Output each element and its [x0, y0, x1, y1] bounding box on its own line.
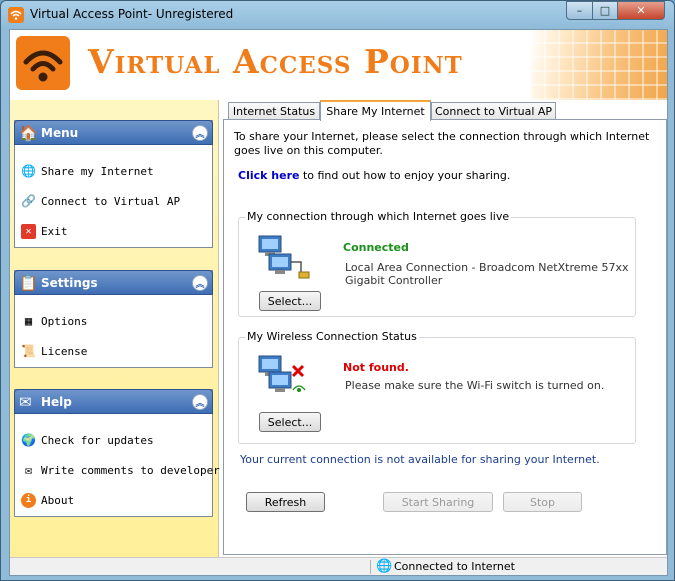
status-text: Connected to Internet [394, 560, 515, 573]
help-link[interactable]: Click here [238, 169, 299, 182]
help-line: Click here to find out how to enjoy your… [238, 169, 510, 182]
globe-icon: 🌍 [21, 433, 36, 447]
connection-status: Connected [343, 241, 409, 254]
sidebar-item-label: License [41, 344, 88, 358]
status-separator [370, 560, 371, 574]
settings-group-header[interactable]: 📋 Settings ︽ [14, 270, 213, 295]
connection-detail: Local Area Connection - Broadcom NetXtre… [345, 261, 629, 287]
sidebar-item-license[interactable]: 📜 License [21, 342, 87, 360]
chevron-up-icon[interactable]: ︽ [192, 125, 208, 141]
banner-decoration [530, 30, 667, 100]
sidebar-item-about[interactable]: i About [21, 491, 74, 509]
app-window: Virtual Access Point- Unregistered – □ ✕… [0, 0, 675, 581]
menu-group-header[interactable]: 🏠 Menu ︽ [14, 120, 213, 145]
maximize-icon: □ [599, 4, 611, 17]
connect-icon: 🔗 [21, 194, 36, 208]
globe-icon: 🌐 [376, 559, 393, 574]
sidebar: 🏠 Menu ︽ 🌐 Share my Internet 🔗 Connect t… [10, 100, 220, 575]
sidebar-item-check-for-updates[interactable]: 🌍 Check for updates [21, 431, 154, 449]
wifi-logo-icon [16, 36, 70, 90]
wireless-legend: My Wireless Connection Status [245, 330, 419, 343]
tab-internet-status[interactable]: Internet Status [228, 102, 320, 120]
sidebar-item-label: Options [41, 314, 88, 328]
select-wireless-button[interactable]: Select... [259, 412, 321, 432]
maximize-button[interactable]: □ [592, 1, 618, 20]
close-icon: ✕ [636, 4, 646, 17]
wireless-status-icon [258, 355, 306, 392]
select-connection-button[interactable]: Select... [259, 291, 321, 311]
tab-connect-to-virtual-ap[interactable]: Connect to Virtual AP [431, 102, 556, 120]
envelope-icon: ✉ [19, 393, 32, 411]
status-bar: 🌐 Connected to Internet [10, 557, 667, 575]
close-button[interactable]: ✕ [617, 1, 665, 20]
settings-group: 📋 Settings ︽ ▦ Options 📜 License [14, 270, 213, 368]
network-connection-icon [258, 235, 310, 279]
license-icon: 📜 [21, 344, 36, 358]
wireless-box: My Wireless Connection Status Not found.… [238, 330, 636, 444]
share-panel: To share your Internet, please select th… [223, 119, 667, 555]
sidebar-item-options[interactable]: ▦ Options [21, 312, 87, 330]
share-globe-icon: 🌐 [21, 164, 36, 178]
help-suffix: to find out how to enjoy your sharing. [302, 169, 511, 182]
sidebar-item-label: Exit [41, 224, 68, 238]
app-wifi-icon [8, 7, 24, 23]
help-group-title: Help [41, 394, 72, 409]
banner-title: Virtual Access Point [88, 42, 463, 81]
help-group-header[interactable]: ✉ Help ︽ [14, 389, 213, 414]
options-grid-icon: ▦ [24, 314, 33, 328]
connection-box: My connection through which Internet goe… [238, 210, 636, 317]
sidebar-item-exit[interactable]: ✕ Exit [21, 222, 68, 240]
sidebar-item-share-my-internet[interactable]: 🌐 Share my Internet [21, 162, 154, 180]
sidebar-item-label: Connect to Virtual AP [41, 194, 181, 208]
sidebar-item-write-comments[interactable]: ✉ Write comments to developer [21, 461, 220, 479]
exit-icon: ✕ [21, 223, 36, 239]
start-sharing-button[interactable]: Start Sharing [383, 492, 493, 512]
help-group: ✉ Help ︽ 🌍 Check for updates ✉ Write com… [14, 389, 220, 517]
sidebar-item-label: Write comments to developer [41, 463, 220, 477]
chevron-up-icon[interactable]: ︽ [192, 275, 208, 291]
minimize-button[interactable]: – [566, 1, 593, 20]
sharing-message: Your current connection is not available… [240, 453, 600, 466]
menu-group-title: Menu [41, 125, 79, 140]
minimize-icon: – [576, 4, 583, 17]
about-icon: i [21, 492, 36, 508]
sidebar-item-label: About [41, 493, 75, 507]
sidebar-item-label: Check for updates [41, 433, 154, 447]
connection-legend: My connection through which Internet goe… [245, 210, 512, 223]
title-bar[interactable]: Virtual Access Point- Unregistered – □ ✕ [1, 1, 674, 29]
tab-share-my-internet[interactable]: Share My Internet [320, 100, 431, 121]
chevron-up-icon[interactable]: ︽ [192, 394, 208, 410]
settings-icon: 📋 [19, 274, 38, 292]
wireless-status: Not found. [343, 361, 409, 374]
mail-icon: ✉ [24, 463, 33, 477]
refresh-button[interactable]: Refresh [246, 492, 325, 512]
intro-text: To share your Internet, please select th… [234, 130, 650, 157]
menu-group: 🏠 Menu ︽ 🌐 Share my Internet 🔗 Connect t… [14, 120, 213, 248]
home-icon: 🏠 [19, 124, 38, 142]
settings-group-title: Settings [41, 275, 98, 290]
sidebar-item-label: Share my Internet [41, 164, 154, 178]
window-title: Virtual Access Point- Unregistered [30, 7, 234, 21]
banner: Virtual Access Point [10, 30, 667, 100]
stop-button[interactable]: Stop [503, 492, 582, 512]
wireless-detail: Please make sure the Wi-Fi switch is tur… [345, 379, 605, 392]
sidebar-item-connect-to-virtual-ap[interactable]: 🔗 Connect to Virtual AP [21, 192, 180, 210]
client-area: Virtual Access Point 🏠 Menu ︽ 🌐 Share my… [9, 29, 668, 576]
